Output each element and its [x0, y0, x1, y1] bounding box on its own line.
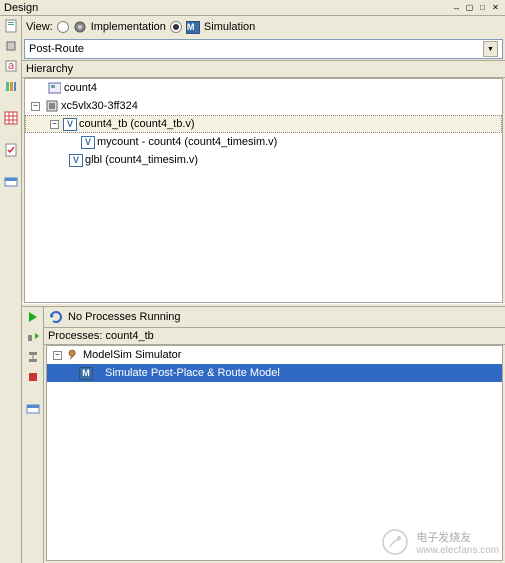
minimize-icon[interactable]: ▢ [464, 2, 475, 13]
tree-row-highlighted[interactable]: M Simulate Post-Place & Route Model [47, 364, 502, 382]
tree-row[interactable]: V mycount - count4 (count4_timesim.v) [25, 133, 502, 151]
close-icon[interactable]: ✕ [490, 2, 501, 13]
node-label: glbl (count4_timesim.v) [85, 154, 198, 166]
run-icon[interactable] [25, 309, 41, 325]
view-label: View: [26, 21, 53, 33]
maximize-icon[interactable]: □ [477, 2, 488, 13]
node-label: count4 [64, 82, 97, 94]
grid-icon[interactable] [3, 110, 19, 126]
verilog-icon: V [81, 136, 95, 149]
hierarchy-header: Hierarchy [22, 60, 505, 78]
modelsim-icon: M [186, 21, 200, 34]
svg-text:a: a [8, 60, 15, 72]
tree-row[interactable]: − xc5vlx30-3ff324 [25, 97, 502, 115]
simulation-label: Simulation [204, 21, 255, 33]
dock-left-icon[interactable]: ↔ [451, 2, 462, 13]
refresh-icon[interactable] [48, 310, 64, 324]
table2-icon[interactable] [25, 401, 41, 417]
check-icon[interactable] [3, 142, 19, 158]
collapse-icon[interactable]: − [50, 120, 59, 129]
chevron-down-icon[interactable]: ▼ [483, 41, 498, 57]
view-selector: View: Implementation M Simulation [22, 16, 505, 38]
gear-icon [73, 20, 87, 34]
status-bar: No Processes Running [44, 307, 505, 327]
status-text: No Processes Running [68, 311, 181, 323]
page-icon[interactable] [3, 18, 19, 34]
node-label: count4_tb (count4_tb.v) [79, 118, 195, 130]
modelsim-icon: M [79, 367, 93, 380]
radio-simulation[interactable] [170, 21, 182, 33]
verilog-icon: V [63, 118, 77, 131]
rerun-icon[interactable] [25, 329, 41, 345]
library-icon[interactable] [3, 78, 19, 94]
table-icon[interactable] [3, 174, 19, 190]
tree-row[interactable]: count4 [25, 79, 502, 97]
stop-icon[interactable] [25, 369, 41, 385]
tree-row-selected[interactable]: − V count4_tb (count4_tb.v) [25, 115, 502, 133]
project-icon [47, 81, 62, 95]
processes-header: Processes: count4_tb [44, 327, 505, 345]
device-icon [44, 99, 59, 113]
constraints-icon[interactable]: a [3, 58, 19, 74]
panel-title: Design [4, 2, 38, 14]
node-label: mycount - count4 (count4_timesim.v) [97, 136, 277, 148]
flow-icon[interactable] [25, 349, 41, 365]
process-toolbar [22, 307, 44, 563]
verilog-icon: V [69, 154, 83, 167]
tree-row[interactable]: V glbl (count4_timesim.v) [25, 151, 502, 169]
hierarchy-tree[interactable]: count4 − xc5vlx30-3ff324 − V count4_tb (… [24, 78, 503, 303]
node-label: xc5vlx30-3ff324 [61, 100, 138, 112]
dropdown-value: Post-Route [29, 43, 84, 55]
node-label: Simulate Post-Place & Route Model [105, 367, 280, 379]
left-toolbar: a [0, 16, 22, 563]
simulation-phase-dropdown[interactable]: Post-Route ▼ [24, 39, 503, 59]
wrench-icon [66, 348, 81, 362]
implementation-label: Implementation [91, 21, 166, 33]
chip-icon[interactable] [3, 38, 19, 54]
collapse-icon[interactable]: − [53, 351, 62, 360]
collapse-icon[interactable]: − [31, 102, 40, 111]
node-label: ModelSim Simulator [83, 349, 181, 361]
tree-row[interactable]: − ModelSim Simulator [47, 346, 502, 364]
radio-implementation[interactable] [57, 21, 69, 33]
processes-tree[interactable]: − ModelSim Simulator M Simulate Post-Pla… [46, 345, 503, 561]
